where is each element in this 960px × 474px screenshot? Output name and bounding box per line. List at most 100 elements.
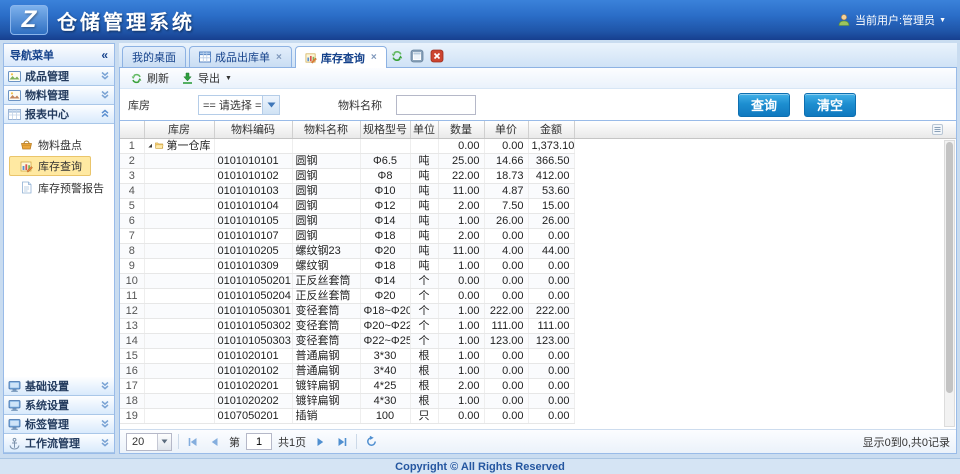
- sidebar-item-label: 物料盘点: [38, 137, 82, 153]
- grid-cell: 0101010104: [214, 198, 292, 213]
- column-header[interactable]: 物料编码: [214, 121, 292, 138]
- column-menu-icon[interactable]: [932, 124, 943, 135]
- table-row[interactable]: 30101010102圆钢Φ8吨22.0018.73412.00: [120, 168, 574, 183]
- grid-cell: 个: [410, 288, 438, 303]
- export-button[interactable]: 导出 ▼: [176, 69, 237, 87]
- vertical-scrollbar[interactable]: [944, 140, 955, 427]
- pager-refresh-icon[interactable]: [363, 434, 379, 450]
- page-number-input[interactable]: [246, 433, 272, 450]
- table-row[interactable]: 190107050201插销100只0.000.000.00: [120, 408, 574, 423]
- page-footer: Copyright © All Rights Reserved: [0, 458, 960, 474]
- grid-cell: 螺纹钢23: [292, 243, 360, 258]
- app-root: Z 仓储管理系统 当前用户:管理员 ▼ 导航菜单 « 成品管理 物料管理: [0, 0, 960, 474]
- close-tab-icon[interactable]: ×: [371, 52, 377, 63]
- column-header[interactable]: 规格型号: [360, 121, 410, 138]
- sidebar-group-reports[interactable]: 报表中心: [4, 105, 114, 124]
- query-button[interactable]: 查询: [738, 93, 790, 117]
- refresh-button[interactable]: 刷新: [125, 69, 174, 87]
- table-row[interactable]: 160101020102普通扁钢3*40根1.000.000.00: [120, 363, 574, 378]
- grid-cell: 0.00: [484, 378, 528, 393]
- table-row[interactable]: 10010101050201正反丝套筒Φ14个0.000.000.00: [120, 273, 574, 288]
- sidebar-group-workflow[interactable]: 工作流管理: [4, 434, 114, 453]
- tree-expander-icon[interactable]: [148, 142, 153, 149]
- grid-cell: 1.00: [438, 333, 484, 348]
- sidebar-group-materials[interactable]: 物料管理: [4, 86, 114, 105]
- row-number-cell: 8: [120, 243, 144, 258]
- close-tab-icon[interactable]: ×: [276, 52, 282, 63]
- page-last-icon[interactable]: [334, 434, 350, 450]
- table-row[interactable]: 80101010205螺纹钢23Φ20吨11.004.0044.00: [120, 243, 574, 258]
- current-user-menu[interactable]: 当前用户:管理员 ▼: [837, 12, 946, 28]
- maximize-icon[interactable]: [410, 49, 424, 63]
- grid-cell: 0.00: [484, 138, 528, 153]
- grid-cell: 123.00: [528, 333, 574, 348]
- grid-cell: 普通扁钢: [292, 363, 360, 378]
- stock-table: 库房 物料编码 物料名称 规格型号 单位 数量 单价 金额: [120, 121, 575, 424]
- warehouse-select[interactable]: == 请选择 ==: [198, 95, 280, 115]
- sidebar-group-label-management[interactable]: 标签管理: [4, 415, 114, 434]
- grid-cell: [144, 288, 214, 303]
- grid-cell: Φ18: [360, 258, 410, 273]
- table-row[interactable]: 20101010101圆钢Φ6.5吨25.0014.66366.50: [120, 153, 574, 168]
- grid-cell: 1.00: [438, 303, 484, 318]
- caret-down-icon: ▼: [939, 17, 946, 24]
- tab-product-outbound[interactable]: 成品出库单 ×: [189, 46, 292, 67]
- column-header[interactable]: 金额: [528, 121, 574, 138]
- grid-cell: 222.00: [528, 303, 574, 318]
- table-icon: [199, 51, 211, 63]
- row-number-cell: 4: [120, 183, 144, 198]
- page-size-select[interactable]: 20: [126, 433, 172, 451]
- sidebar-group-system-settings[interactable]: 系统设置: [4, 396, 114, 415]
- table-row[interactable]: 90101010309螺纹钢Φ18吨1.000.000.00: [120, 258, 574, 273]
- table-row[interactable]: 12010101050301变径套筒Φ18~Φ20个1.00222.00222.…: [120, 303, 574, 318]
- sidebar-item-material-count[interactable]: 物料盘点: [9, 136, 109, 153]
- collapse-sidebar-icon[interactable]: «: [101, 48, 108, 62]
- dropdown-arrow-icon: [157, 434, 171, 450]
- tab-stock-query[interactable]: 库存查询 ×: [295, 46, 387, 68]
- sidebar-group-basic-settings[interactable]: 基础设置: [4, 377, 114, 396]
- grid-cell: 螺纹钢: [292, 258, 360, 273]
- user-icon: [837, 13, 851, 27]
- table-row[interactable]: 180101020202镀锌扁钢4*30根1.000.000.00: [120, 393, 574, 408]
- grid-cell: 0.00: [484, 258, 528, 273]
- column-header[interactable]: 库房: [144, 121, 214, 138]
- grid-cell: 2.00: [438, 198, 484, 213]
- warehouse-group-row[interactable]: 1 第一仓库: [120, 138, 574, 153]
- page-first-icon[interactable]: [185, 434, 201, 450]
- row-number-cell: 17: [120, 378, 144, 393]
- scrollbar-thumb[interactable]: [946, 142, 953, 393]
- grid-cell: 010101050303: [214, 333, 292, 348]
- tab-my-desktop[interactable]: 我的桌面: [122, 46, 186, 67]
- sidebar-item-stock-query[interactable]: 库存查询: [9, 156, 91, 176]
- column-header[interactable]: 数量: [438, 121, 484, 138]
- page-prev-icon[interactable]: [207, 434, 223, 450]
- sidebar-item-stock-warning-report[interactable]: 库存预警报告: [9, 179, 109, 196]
- grid-cell: [144, 153, 214, 168]
- row-number-cell: 13: [120, 318, 144, 333]
- grid-cell: 圆钢: [292, 168, 360, 183]
- column-header[interactable]: 单位: [410, 121, 438, 138]
- table-row[interactable]: 13010101050302变径套筒Φ20~Φ22个1.00111.00111.…: [120, 318, 574, 333]
- table-row[interactable]: 60101010105圆钢Φ14吨1.0026.0026.00: [120, 213, 574, 228]
- grid-cell: [292, 138, 360, 153]
- grid-cell: 22.00: [438, 168, 484, 183]
- table-row[interactable]: 150101020101普通扁钢3*30根1.000.000.00: [120, 348, 574, 363]
- table-row[interactable]: 50101010104圆钢Φ12吨2.007.5015.00: [120, 198, 574, 213]
- page-next-icon[interactable]: [312, 434, 328, 450]
- table-row[interactable]: 40101010103圆钢Φ10吨11.004.8753.60: [120, 183, 574, 198]
- chevron-double-down-icon: [100, 438, 110, 448]
- table-row[interactable]: 70101010107圆钢Φ18吨2.000.000.00: [120, 228, 574, 243]
- material-name-input[interactable]: [396, 95, 476, 115]
- sidebar-group-finished-goods[interactable]: 成品管理: [4, 67, 114, 86]
- clear-button[interactable]: 清空: [804, 93, 856, 117]
- grid-cell: 圆钢: [292, 228, 360, 243]
- close-icon[interactable]: [430, 49, 444, 63]
- column-header[interactable]: 物料名称: [292, 121, 360, 138]
- column-header[interactable]: 单价: [484, 121, 528, 138]
- grid-cell: 0.00: [528, 378, 574, 393]
- table-row[interactable]: 170101020201镀锌扁钢4*25根2.000.000.00: [120, 378, 574, 393]
- table-row[interactable]: 14010101050303变径套筒Φ22~Φ25个1.00123.00123.…: [120, 333, 574, 348]
- refresh-icon[interactable]: [390, 49, 404, 63]
- grid-cell: 3*30: [360, 348, 410, 363]
- table-row[interactable]: 11010101050204正反丝套筒Φ20个0.000.000.00: [120, 288, 574, 303]
